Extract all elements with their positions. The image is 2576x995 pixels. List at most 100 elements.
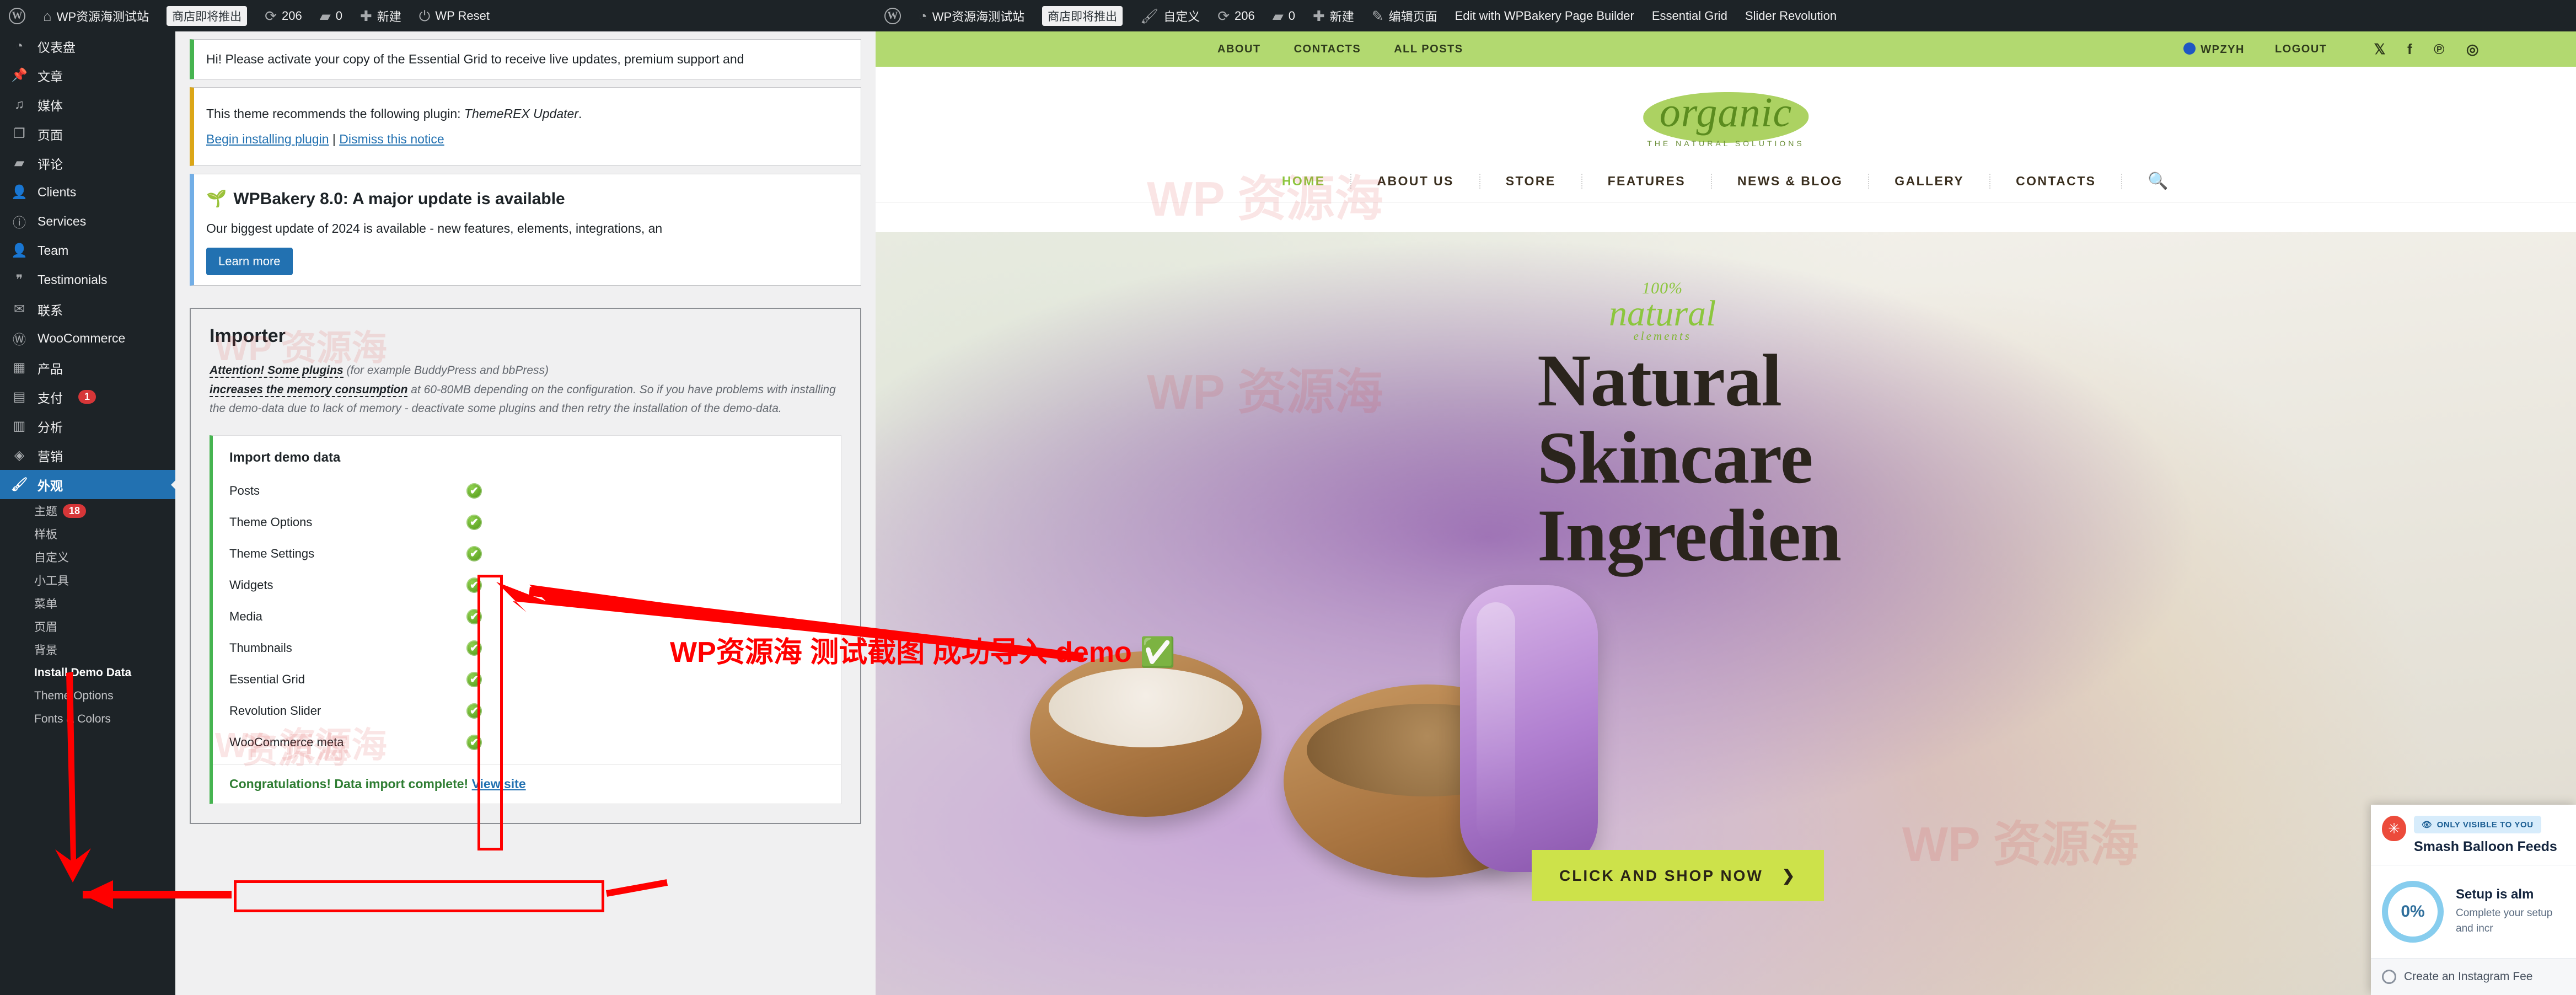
themerex-text-after: . bbox=[578, 106, 582, 121]
import-row-label: Thumbnails bbox=[229, 641, 292, 655]
smash-balloon-progress-section: 0% Setup is alm Complete your setup and … bbox=[2371, 865, 2576, 958]
sidebar-subitem-background[interactable]: 背景 bbox=[0, 638, 175, 661]
bowl-left-decor bbox=[1030, 651, 1262, 817]
sidebar-subitem-label: 样板 bbox=[34, 528, 57, 541]
hero-headline-line3: Ingredien bbox=[1537, 494, 1842, 577]
sidebar-subitem-theme-options[interactable]: Theme Options bbox=[0, 684, 175, 708]
wpbakery-logo-icon: 🌱 bbox=[206, 189, 227, 208]
sidebar-item-label: 文章 bbox=[37, 69, 63, 84]
dismiss-notice-link[interactable]: Dismiss this notice bbox=[339, 132, 444, 146]
wpbakery-edit-menu[interactable]: Edit with WPBakery Page Builder bbox=[1446, 0, 1643, 31]
facebook-icon[interactable]: f bbox=[2407, 41, 2413, 58]
progress-ring: 0% bbox=[2382, 881, 2444, 943]
sidebar-item-products[interactable]: ▦ 产品 bbox=[0, 353, 175, 382]
importer-attention-text: Attention! Some plugins (for example Bud… bbox=[210, 361, 841, 419]
green-check-icon: ✅ bbox=[1140, 636, 1176, 668]
sidebar-item-contacts[interactable]: ✉ 联系 bbox=[0, 295, 175, 324]
sidebar-item-clients[interactable]: 👤 Clients bbox=[0, 178, 175, 207]
sidebar-item-appearance[interactable]: 🖌 外观 bbox=[0, 470, 175, 499]
sidebar-subitem-widgets[interactable]: 小工具 bbox=[0, 569, 175, 592]
sidebar-item-label: 外观 bbox=[37, 478, 63, 493]
sidebar-subitem-label: 自定义 bbox=[34, 552, 69, 564]
sidebar-item-team[interactable]: 👤 Team bbox=[0, 236, 175, 265]
sidebar-subitem-menus[interactable]: 菜单 bbox=[0, 592, 175, 615]
nav-item-home[interactable]: HOME bbox=[1257, 174, 1352, 189]
updates-menu[interactable]: ⟳ 206 bbox=[256, 0, 311, 31]
site-name-menu-front[interactable]: ◔ WP资源海测试站 bbox=[910, 0, 1033, 31]
sidebar-item-payments[interactable]: ▤ 支付 1 bbox=[0, 382, 175, 411]
sidebar-subitem-customize[interactable]: 自定义 bbox=[0, 545, 175, 569]
account-link[interactable]: WPZYH bbox=[2183, 42, 2245, 56]
wp-logo-menu-front[interactable] bbox=[876, 0, 910, 31]
nav-item-contacts[interactable]: CONTACTS bbox=[1990, 174, 2123, 189]
topbar-link-all-posts[interactable]: ALL POSTS bbox=[1394, 43, 1463, 56]
media-icon: ♫ bbox=[14, 97, 24, 112]
import-demo-data-box: Import demo data Posts ✔ Theme Options ✔… bbox=[210, 435, 841, 804]
sidebar-item-comments[interactable]: ▰ 评论 bbox=[0, 148, 175, 178]
view-site-link[interactable]: View site bbox=[472, 777, 526, 791]
sidebar-item-marketing[interactable]: ◈ 营销 bbox=[0, 441, 175, 470]
search-icon[interactable]: 🔍 bbox=[2122, 172, 2195, 191]
customize-menu[interactable]: 🖌 自定义 bbox=[1131, 0, 1209, 31]
sidebar-subitem-themes[interactable]: 主题 18 bbox=[0, 499, 175, 522]
comments-menu[interactable]: ▰ 0 bbox=[311, 0, 351, 31]
instagram-icon[interactable]: ◎ bbox=[2466, 41, 2480, 58]
topbar-link-contacts[interactable]: CONTACTS bbox=[1294, 43, 1361, 56]
checklist-radio-icon[interactable] bbox=[2382, 970, 2396, 984]
import-row-label: Posts bbox=[229, 484, 260, 498]
wpbakery-notice-title-row: 🌱 WPBakery 8.0: A major update is availa… bbox=[206, 186, 849, 211]
new-content-menu-front[interactable]: ✚ 新建 bbox=[1304, 0, 1363, 31]
check-circle-icon: ✔ bbox=[466, 640, 482, 656]
essential-grid-menu[interactable]: Essential Grid bbox=[1643, 0, 1736, 31]
sidebar-subitem-fonts-colors[interactable]: Fonts & Colors bbox=[0, 708, 175, 731]
comments-menu-front[interactable]: ▰ 0 bbox=[1264, 0, 1304, 31]
sidebar-subitem-label: 背景 bbox=[34, 644, 57, 657]
learn-more-button[interactable]: Learn more bbox=[206, 248, 293, 275]
sidebar-item-posts[interactable]: 📌 文章 bbox=[0, 61, 175, 90]
themerex-text-before: This theme recommends the following plug… bbox=[206, 106, 464, 121]
importer-panel: Importer Attention! Some plugins (for ex… bbox=[190, 308, 861, 824]
slider-revolution-menu[interactable]: Slider Revolution bbox=[1736, 0, 1845, 31]
logout-link[interactable]: LOGOUT bbox=[2275, 43, 2327, 56]
sidebar-item-media[interactable]: ♫ 媒体 bbox=[0, 90, 175, 119]
new-content-menu[interactable]: ✚ 新建 bbox=[351, 0, 410, 31]
sidebar-subitem-install-demo-data[interactable]: Install Demo Data bbox=[0, 661, 175, 684]
nav-item-features[interactable]: FEATURES bbox=[1582, 174, 1713, 189]
importer-heading: Importer bbox=[210, 325, 286, 346]
begin-installing-plugin-link[interactable]: Begin installing plugin bbox=[206, 132, 329, 146]
checklist-item-label[interactable]: Create an Instagram Fee bbox=[2404, 970, 2532, 983]
sidebar-item-label: Testimonials bbox=[37, 272, 108, 287]
quote-icon: ❞ bbox=[15, 272, 23, 287]
site-name-menu[interactable]: ⌂ WP资源海测试站 bbox=[34, 0, 158, 31]
nav-item-about-us[interactable]: ABOUT US bbox=[1351, 174, 1480, 189]
home-icon: ⌂ bbox=[43, 7, 52, 24]
sidebar-item-analytics[interactable]: ▥ 分析 bbox=[0, 411, 175, 441]
sidebar-item-testimonials[interactable]: ❞ Testimonials bbox=[0, 265, 175, 295]
sidebar-subitem-patterns[interactable]: 样板 bbox=[0, 522, 175, 545]
topbar-link-about[interactable]: ABOUT bbox=[1217, 43, 1261, 56]
sidebar-item-woocommerce[interactable]: Ⓦ WooCommerce bbox=[0, 324, 175, 353]
pin-icon: 📌 bbox=[11, 68, 28, 83]
wp-logo-menu[interactable] bbox=[0, 0, 34, 31]
sidebar-subitem-header[interactable]: 页眉 bbox=[0, 615, 175, 638]
site-logo[interactable]: organic THE NATURAL SOLUTIONS bbox=[1643, 89, 1808, 148]
edit-page-menu[interactable]: ✎ 编辑页面 bbox=[1363, 0, 1446, 31]
sidebar-item-label: 营销 bbox=[37, 449, 63, 464]
updates-menu-front[interactable]: ⟳ 206 bbox=[1209, 0, 1264, 31]
shop-now-button[interactable]: CLICK AND SHOP NOW ❯ bbox=[1532, 850, 1824, 901]
wp-reset-menu[interactable]: ⏻ WP Reset bbox=[410, 0, 498, 31]
pinterest-icon[interactable]: ℗ bbox=[2434, 41, 2445, 58]
sidebar-item-dashboard[interactable]: ◔ 仪表盘 bbox=[0, 31, 175, 61]
attention-rest-1: (for example BuddyPress and bbPress) bbox=[343, 364, 549, 377]
setup-body: Complete your setup and incr bbox=[2456, 907, 2553, 934]
import-complete-bar: Congratulations! Data import complete! V… bbox=[213, 763, 841, 804]
coming-soon-badge-wrap-front[interactable]: 商店即将推出 bbox=[1033, 0, 1131, 31]
nav-item-store[interactable]: STORE bbox=[1480, 174, 1582, 189]
paintbrush-icon: 🖌 bbox=[11, 477, 28, 492]
nav-item-gallery[interactable]: GALLERY bbox=[1869, 174, 1991, 189]
coming-soon-badge-wrap[interactable]: 商店即将推出 bbox=[158, 0, 256, 31]
sidebar-item-services[interactable]: ⓘ Services bbox=[0, 207, 175, 236]
twitter-x-icon[interactable]: 𝕏 bbox=[2374, 41, 2386, 58]
sidebar-item-pages[interactable]: ❐ 页面 bbox=[0, 119, 175, 148]
nav-item-news-blog[interactable]: NEWS & BLOG bbox=[1712, 174, 1870, 189]
